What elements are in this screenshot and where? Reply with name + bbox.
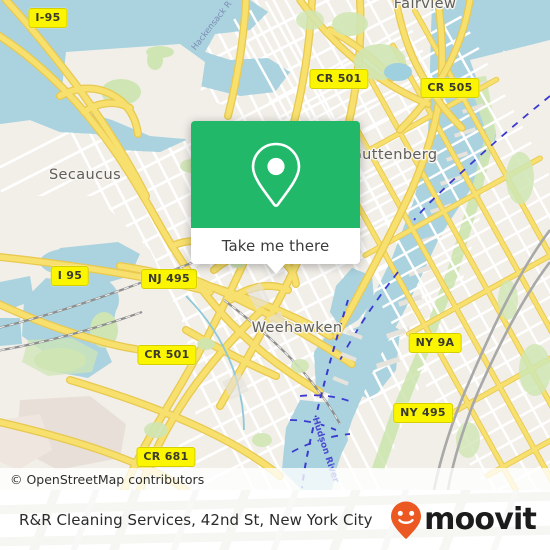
highway-shield-cr-505[interactable]: CR 505 <box>420 78 480 98</box>
highway-shield-cr-501-south[interactable]: CR 501 <box>137 345 197 365</box>
highway-shield-ny-9a[interactable]: NY 9A <box>408 333 462 353</box>
popup-pin-panel <box>191 121 360 228</box>
osm-attribution-text[interactable]: © OpenStreetMap contributors <box>0 472 204 487</box>
popup-action-bar[interactable]: Take me there <box>191 228 360 274</box>
map-attribution-bar: © OpenStreetMap contributors <box>0 468 550 490</box>
moovit-wordmark: moovit <box>424 502 537 537</box>
take-me-there-label: Take me there <box>221 237 330 255</box>
location-title: R&R Cleaning Services, 42nd St, New York… <box>19 511 373 529</box>
highway-shield-ny-495[interactable]: NY 495 <box>393 403 453 423</box>
moovit-smiling-pin-icon <box>391 501 422 539</box>
highway-shield-i-95-west[interactable]: I 95 <box>50 266 90 286</box>
moovit-brand-logo[interactable]: moovit <box>389 500 550 540</box>
map-canvas[interactable]: Fairview Secaucus Guttenberg Weehawken H… <box>0 0 550 490</box>
location-pin-icon <box>251 142 300 207</box>
highway-shield-cr-501-north[interactable]: CR 501 <box>309 69 369 89</box>
moovit-location-card: Fairview Secaucus Guttenberg Weehawken H… <box>0 0 550 550</box>
highway-shield-i-95-north[interactable]: I-95 <box>28 8 68 28</box>
popup-tail <box>265 263 286 274</box>
location-popup-card[interactable]: Take me there <box>191 121 360 274</box>
highway-shield-nj-495[interactable]: NJ 495 <box>141 269 197 289</box>
footer-bar: R&R Cleaning Services, 42nd St, New York… <box>0 490 550 550</box>
highway-shield-cr-681[interactable]: CR 681 <box>136 447 196 467</box>
